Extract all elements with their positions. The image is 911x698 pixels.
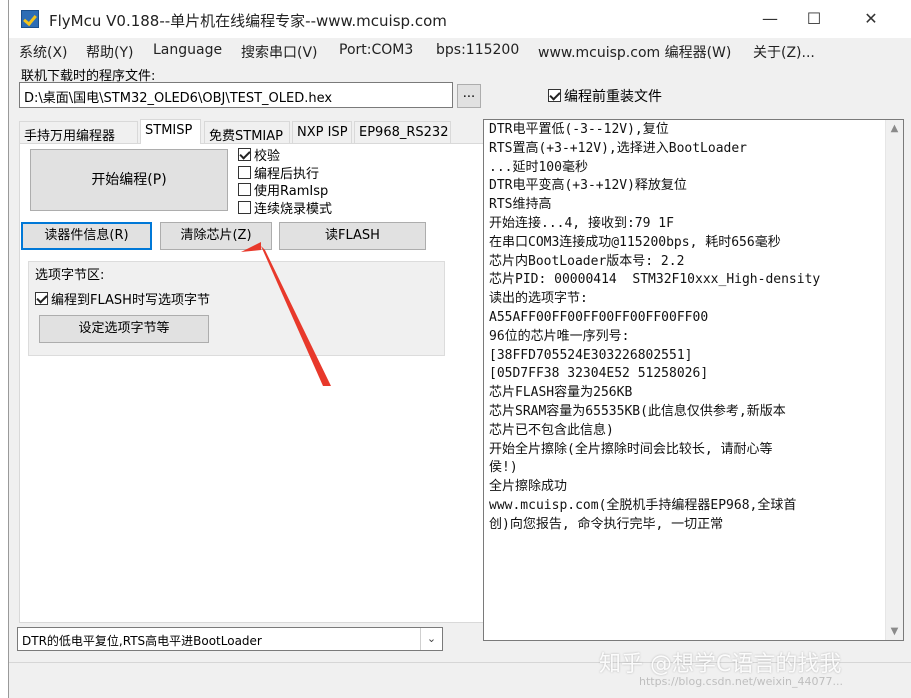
program-options: 校验 编程后执行 使用RamIsp 连续烧录模式 xyxy=(238,148,332,218)
log-line: 创)向您报告, 命令执行完毕, 一切正常 xyxy=(489,516,724,532)
log-text: DTR电平置低(-3--12V),复位 RTS置高(+3-+12V),选择进入Bo… xyxy=(489,121,881,535)
output-log[interactable]: DTR电平置低(-3--12V),复位 RTS置高(+3-+12V),选择进入Bo… xyxy=(483,119,904,641)
menu-port[interactable]: Port:COM3 xyxy=(339,42,413,58)
menu-baud-rate[interactable]: bps:115200 xyxy=(436,42,519,58)
browse-button[interactable]: ... xyxy=(457,84,481,108)
menu-system[interactable]: 系统(X) xyxy=(19,42,68,62)
checkbox-icon xyxy=(238,200,251,214)
log-line: www.mcuisp.com(全脱机手持编程器EP968,全球首 xyxy=(489,497,797,513)
log-line: RTS维持高 xyxy=(489,197,552,213)
log-line: 开始连接...4, 接收到:79 1F xyxy=(489,215,674,231)
log-line: ...延时100毫秒 xyxy=(489,159,588,175)
log-line: A55AFF00FF00FF00FF00FF00FF00 xyxy=(489,309,709,325)
window-title: FlyMcu V0.188--单片机在线编程专家--www.mcuisp.com xyxy=(49,12,447,30)
tab-nxp-isp[interactable]: NXP ISP xyxy=(292,121,352,143)
checkbox-icon xyxy=(238,165,251,179)
tab-handheld[interactable]: 手持万用编程器 xyxy=(19,121,138,144)
log-line: [05D7FF38 32304E52 51258026] xyxy=(489,366,709,382)
log-line: RTS置高(+3-+12V),选择进入BootLoader xyxy=(489,140,748,156)
menu-about[interactable]: 关于(Z)... xyxy=(753,42,815,62)
chevron-down-icon[interactable]: ⌄ xyxy=(420,628,442,650)
set-option-bytes-button[interactable]: 设定选项字节等 xyxy=(39,315,209,343)
start-programming-button[interactable]: 开始编程(P) xyxy=(30,149,228,211)
program-file-path[interactable]: D:\桌面\国电\STM32_OLED6\OBJ\TEST_OLED.hex xyxy=(19,82,453,108)
log-line: 芯片内BootLoader版本号: 2.2 xyxy=(489,253,685,269)
log-line: DTR电平置低(-3--12V),复位 xyxy=(489,122,669,137)
log-line: 全片擦除成功 xyxy=(489,479,568,495)
menu-language[interactable]: Language xyxy=(153,42,222,58)
tab-ep968[interactable]: EP968_RS232 xyxy=(354,121,451,143)
reset-mode-select[interactable]: DTR的低电平复位,RTS高电平进BootLoader ⌄ xyxy=(17,627,443,651)
log-line: 芯片FLASH容量为256KB xyxy=(489,385,633,401)
tab-stmiap[interactable]: 免费STMIAP xyxy=(204,121,290,144)
reset-mode-value: DTR的低电平复位,RTS高电平进BootLoader xyxy=(22,634,262,648)
flymcu-logo-icon xyxy=(21,10,39,28)
option-use-ramisp[interactable]: 使用RamIsp xyxy=(238,183,332,201)
log-line: 96位的芯片唯一序列号: xyxy=(489,328,630,344)
log-line: 在串口COM3连接成功@115200bps, 耗时656毫秒 xyxy=(489,234,781,250)
log-line: 芯片已不包含此信息) xyxy=(489,422,614,438)
tab-stmisp[interactable]: STMISP xyxy=(140,119,201,144)
checkbox-checked-icon xyxy=(238,148,251,161)
option-bytes-group: 选项字节区: 编程到FLASH时写选项字节 设定选项字节等 xyxy=(28,261,445,356)
arrow-shaft xyxy=(261,246,331,386)
option-label: 校验 xyxy=(254,149,281,164)
menu-search-port[interactable]: 搜索串口(V) xyxy=(241,42,318,62)
log-scrollbar[interactable]: ▲ ▼ xyxy=(885,120,903,640)
menu-help[interactable]: 帮助(Y) xyxy=(86,42,133,62)
reload-label: 编程前重装文件 xyxy=(564,89,662,105)
log-line: 芯片PID: 00000414 STM32F10xxx_High-density xyxy=(489,272,821,288)
log-line: 读出的选项字节: xyxy=(489,291,588,307)
option-label: 连续烧录模式 xyxy=(254,201,333,217)
scroll-down-icon[interactable]: ▼ xyxy=(886,623,903,640)
write-option-label: 编程到FLASH时写选项字节 xyxy=(51,293,210,308)
menu-programmer[interactable]: www.mcuisp.com 编程器(W) xyxy=(538,42,731,62)
reload-before-program-checkbox[interactable]: 编程前重装文件 xyxy=(548,86,662,106)
option-run-after[interactable]: 编程后执行 xyxy=(238,165,332,184)
checkbox-checked-icon xyxy=(548,89,561,102)
option-label: 使用RamIsp xyxy=(254,184,329,199)
log-line: DTR电平变高(+3-+12V)释放复位 xyxy=(489,178,687,194)
checkbox-checked-icon xyxy=(35,292,48,305)
write-option-bytes-checkbox[interactable]: 编程到FLASH时写选项字节 xyxy=(35,289,210,308)
checkbox-icon xyxy=(238,183,251,196)
watermark: 知乎 @想学C语言的找我 xyxy=(599,652,842,677)
scroll-up-icon[interactable]: ▲ xyxy=(886,120,903,137)
read-device-info-button[interactable]: 读器件信息(R) xyxy=(21,222,152,250)
option-label: 编程后执行 xyxy=(254,166,320,182)
log-line: 侯!) xyxy=(489,460,518,476)
close-button[interactable]: ✕ xyxy=(843,0,899,38)
log-line: 开始全片擦除(全片擦除时间会比较长, 请耐心等 xyxy=(489,441,773,457)
maximize-button[interactable]: ☐ xyxy=(786,0,842,38)
watermark-url: https://blog.csdn.net/weixin_44077... xyxy=(639,675,844,688)
log-line: 芯片SRAM容量为65535KB(此信息仅供参考,新版本 xyxy=(489,403,786,419)
option-verify[interactable]: 校验 xyxy=(238,148,332,166)
log-line: [38FFD705524E303226802551] xyxy=(489,347,693,363)
option-bytes-title: 选项字节区: xyxy=(35,268,105,283)
arrow-head xyxy=(241,242,261,252)
red-arrow-annotation xyxy=(241,242,331,386)
option-continuous-mode[interactable]: 连续烧录模式 xyxy=(238,200,333,219)
title-bar: FlyMcu V0.188--单片机在线编程专家--www.mcuisp.com… xyxy=(9,0,911,38)
app-window: FlyMcu V0.188--单片机在线编程专家--www.mcuisp.com… xyxy=(8,0,911,698)
menu-bar: 系统(X) 帮助(Y) Language 搜索串口(V) Port:COM3 b… xyxy=(9,40,911,64)
